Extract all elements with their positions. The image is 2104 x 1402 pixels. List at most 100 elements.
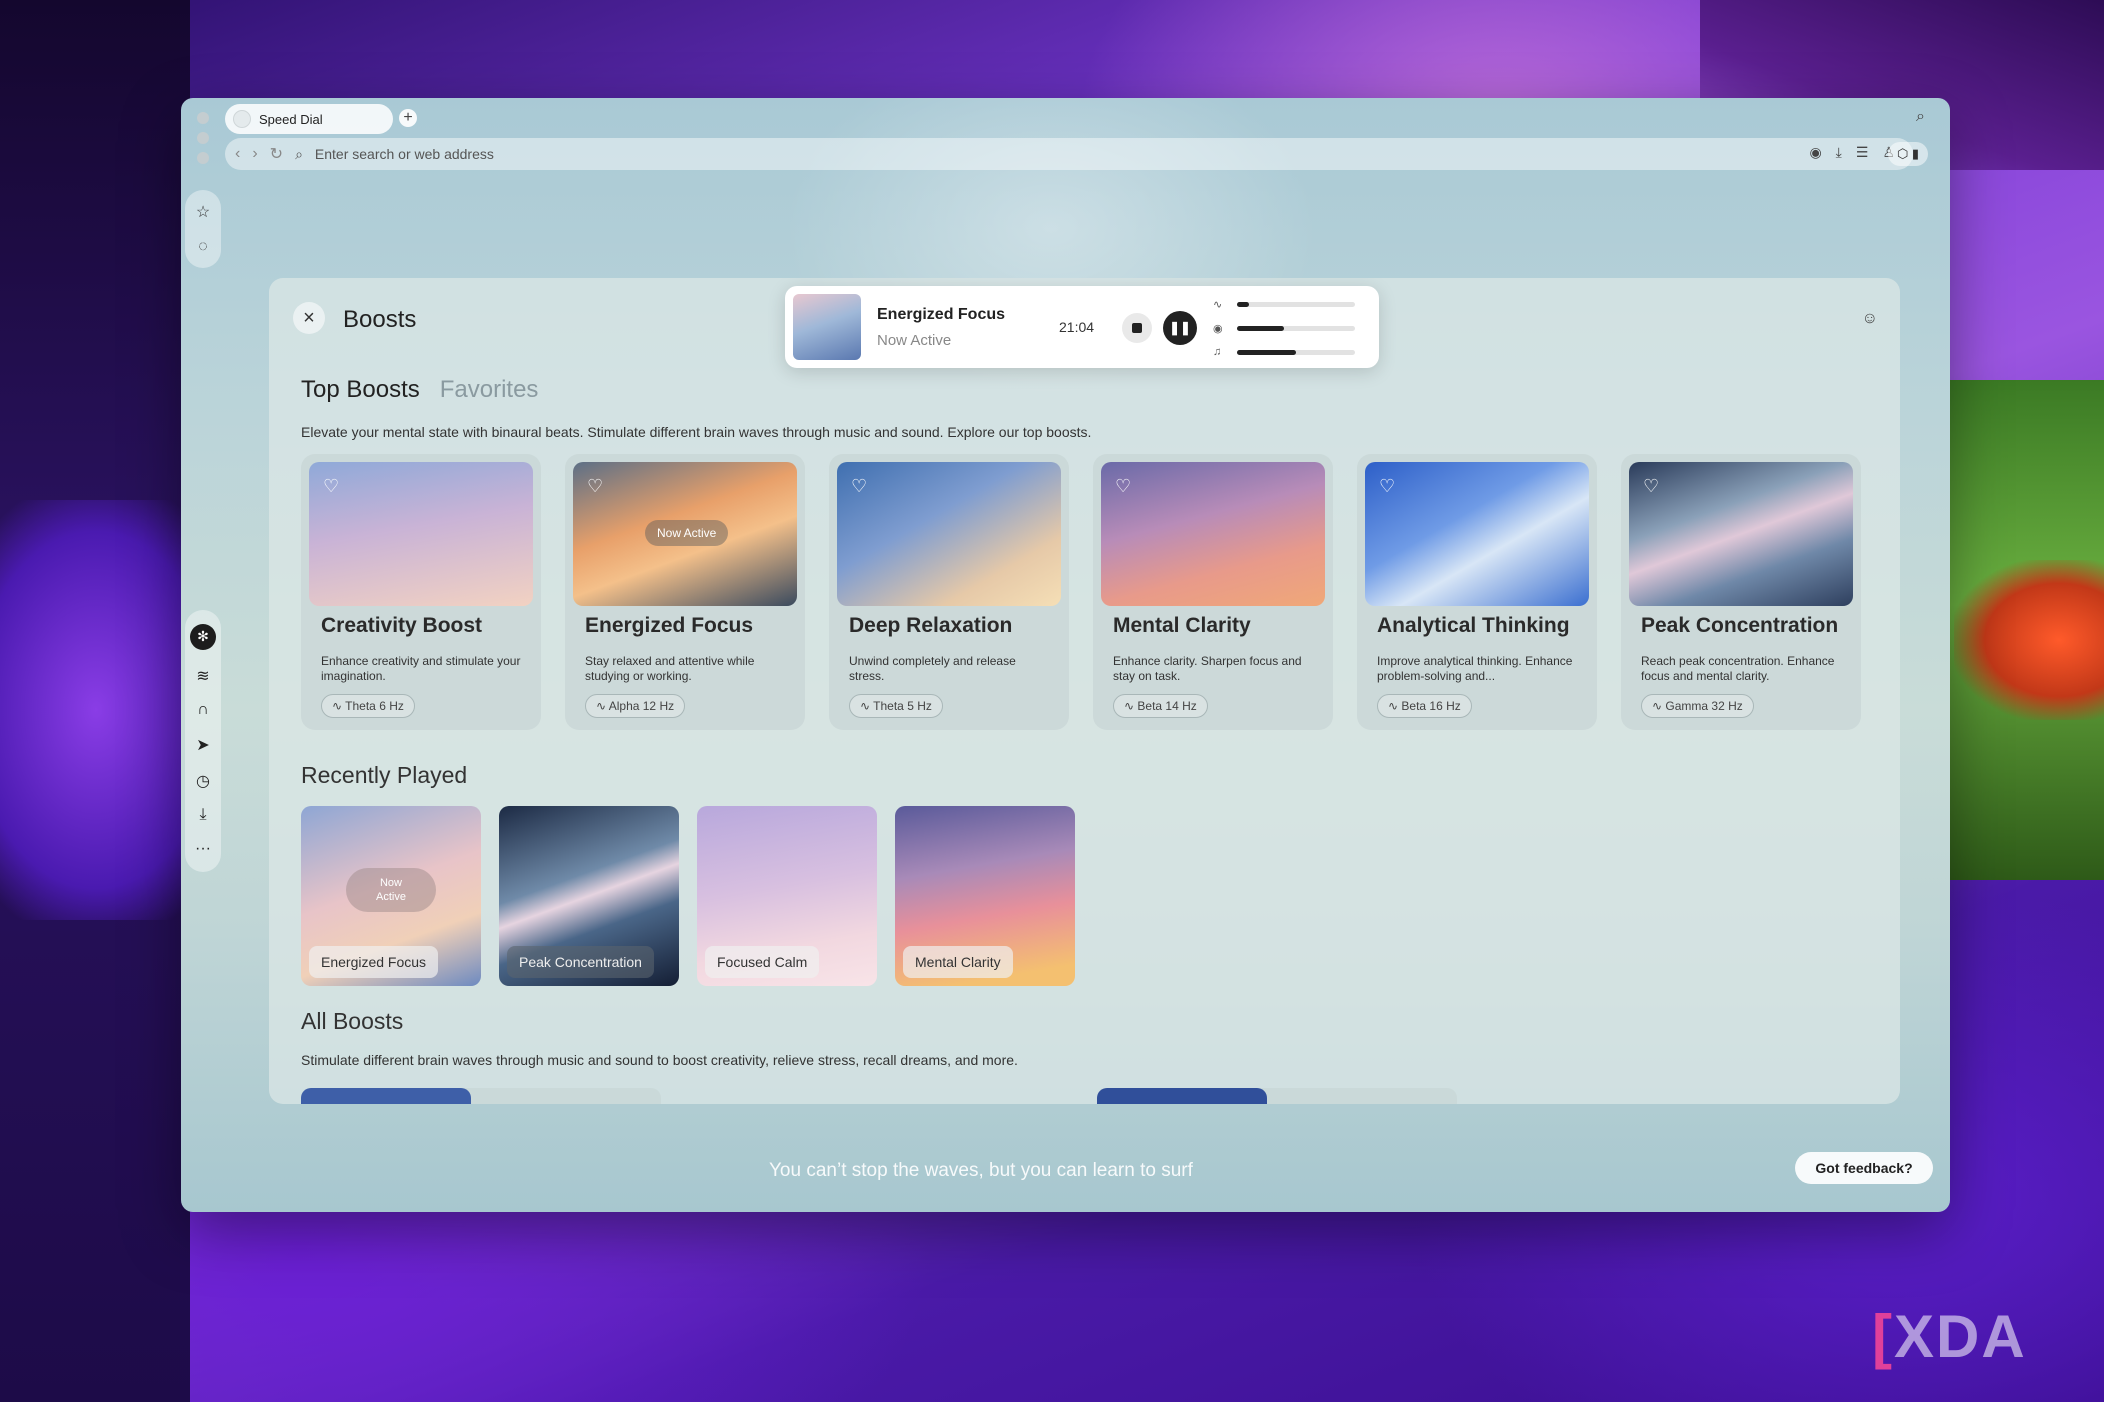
boost-card-peek[interactable]: [301, 1088, 661, 1104]
boost-description: Enhance creativity and stimulate your im…: [321, 654, 521, 683]
address-bar[interactable]: ‹ › ↻ ⌕ Enter search or web address ◉ ⤓ …: [225, 138, 1913, 170]
search-tabs-icon[interactable]: ⌕: [1916, 108, 1936, 128]
heart-icon[interactable]: ♡: [1379, 476, 1395, 497]
recent-card-label: Focused Calm: [705, 946, 820, 978]
forward-icon[interactable]: ›: [252, 145, 257, 163]
ambience-slider-fill: [1237, 326, 1285, 331]
music-note-icon: ♫: [1213, 346, 1222, 358]
search-icon: ⌕: [295, 145, 303, 162]
waves-slider-fill: [1237, 302, 1249, 307]
heart-icon[interactable]: ♡: [323, 476, 339, 497]
heart-icon[interactable]: ♡: [851, 476, 867, 497]
frequency-chip: ∿ Gamma 32 Hz: [1641, 694, 1754, 718]
extensions-button[interactable]: ⬡ ▮: [1888, 142, 1928, 166]
send-icon[interactable]: ➤: [196, 735, 209, 755]
recent-card[interactable]: Peak Concentration: [499, 806, 679, 986]
boost-title: Analytical Thinking: [1377, 614, 1570, 637]
all-boosts-heading: All Boosts: [301, 1008, 404, 1034]
recently-played-heading: Recently Played: [301, 762, 468, 788]
stop-button[interactable]: [1122, 313, 1152, 343]
heart-icon[interactable]: ♡: [587, 476, 603, 497]
panel-title: Boosts: [343, 306, 417, 333]
address-placeholder[interactable]: Enter search or web address: [315, 146, 494, 162]
tab-favorites[interactable]: Favorites: [440, 376, 539, 404]
boost-title: Energized Focus: [585, 614, 754, 637]
boost-description: Enhance clarity. Sharpen focus and stay …: [1113, 654, 1302, 683]
boosts-panel: × Boosts ☺ Energized Focus Now Active 21…: [269, 278, 1900, 1104]
recent-card[interactable]: Focused Calm: [697, 806, 877, 986]
recent-card[interactable]: Mental Clarity: [895, 806, 1075, 986]
aria-icon[interactable]: ◌: [198, 238, 208, 256]
all-boosts-description: Stimulate different brain waves through …: [301, 1052, 1018, 1068]
tab-speed-dial[interactable]: Speed Dial: [225, 104, 393, 134]
boost-card[interactable]: ♡ Deep Relaxation Unwind completely and …: [829, 454, 1069, 730]
recent-card-label: Energized Focus: [309, 946, 439, 978]
wallpaper-orange-shape: [1954, 560, 2104, 720]
player-title: Energized Focus: [877, 306, 1006, 323]
now-active-badge: Now Active: [346, 868, 436, 912]
frequency-chip: ∿ Theta 6 Hz: [321, 694, 415, 718]
close-button[interactable]: ×: [293, 302, 325, 334]
frequency-chip: ∿ Beta 16 Hz: [1377, 694, 1472, 718]
ambience-slider[interactable]: ◉: [1213, 322, 1355, 335]
heart-icon[interactable]: ♡: [1643, 476, 1659, 497]
xda-logo: [XDA: [1872, 1303, 2027, 1370]
boost-card-peek[interactable]: [1097, 1088, 1457, 1104]
top-boosts-description: Elevate your mental state with binaural …: [301, 424, 1092, 440]
frequency-chip: ∿ Theta 5 Hz: [849, 694, 943, 718]
history-icon[interactable]: ◷: [196, 771, 210, 791]
download-icon[interactable]: ⤓: [1836, 144, 1842, 161]
boost-card[interactable]: ♡ Now Active Energized Focus Stay relaxe…: [565, 454, 805, 730]
speed-dial-icon[interactable]: ☆: [196, 202, 210, 222]
heart-icon[interactable]: ♡: [1115, 476, 1131, 497]
more-icon[interactable]: ···: [195, 840, 211, 858]
boost-card[interactable]: ♡ Analytical Thinking Improve analytical…: [1357, 454, 1597, 730]
target-icon: ◉: [1213, 323, 1223, 335]
frequency-chip: ∿ Beta 14 Hz: [1113, 694, 1208, 718]
recent-card-label: Peak Concentration: [507, 946, 654, 978]
footer-quote: You can’t stop the waves, but you can le…: [769, 1160, 1193, 1181]
recent-card[interactable]: Now Active Energized Focus: [301, 806, 481, 986]
boost-description: Unwind completely and release stress.: [849, 654, 1016, 683]
new-tab-button[interactable]: +: [399, 109, 417, 127]
sidebar-bottom: ✻ ≋ ∩ ➤ ◷ ⤓ ···: [185, 610, 221, 872]
player-time: 21:04: [1059, 319, 1095, 335]
feedback-button[interactable]: Got feedback?: [1795, 1152, 1933, 1184]
player-status: Now Active: [877, 332, 952, 349]
back-icon[interactable]: ‹: [235, 145, 240, 163]
tab-top-boosts[interactable]: Top Boosts: [301, 376, 420, 404]
boost-title: Deep Relaxation: [849, 614, 1013, 637]
boosts-icon[interactable]: ✻: [190, 623, 216, 650]
boost-card[interactable]: ♡ Peak Concentration Reach peak concentr…: [1621, 454, 1861, 730]
waves-slider[interactable]: ∿: [1213, 298, 1355, 311]
pause-button[interactable]: ❚❚: [1163, 311, 1197, 345]
boost-tabs: Top Boosts Favorites: [301, 376, 538, 404]
player-thumbnail: [793, 294, 861, 360]
sidebar-top: ☆ ◌: [185, 190, 221, 268]
recently-played-list: Now Active Energized Focus Peak Concentra…: [301, 806, 1075, 986]
music-slider-fill: [1237, 349, 1296, 355]
now-active-badge: Now Active: [645, 520, 729, 546]
recent-card-label: Mental Clarity: [903, 946, 1013, 978]
boost-card[interactable]: ♡ Mental Clarity Enhance clarity. Sharpe…: [1093, 454, 1333, 730]
smile-icon[interactable]: ☺: [1862, 310, 1878, 328]
headphones-icon[interactable]: ∩: [197, 701, 209, 719]
boost-title: Mental Clarity: [1113, 614, 1251, 637]
now-playing-player: Energized Focus Now Active 21:04 ❚❚ ∿ ◉ …: [785, 286, 1379, 368]
waveform-icon: ∿: [1213, 299, 1223, 311]
menu-icon[interactable]: ☰: [1856, 144, 1869, 161]
boost-title: Creativity Boost: [321, 614, 483, 637]
tab-favicon: [233, 110, 251, 128]
camera-icon[interactable]: ◉: [1809, 144, 1821, 161]
boost-title: Peak Concentration: [1641, 614, 1839, 637]
boost-description: Improve analytical thinking. Enhance pro…: [1377, 654, 1573, 683]
music-slider[interactable]: ♫: [1213, 346, 1355, 358]
reload-icon[interactable]: ↻: [270, 144, 283, 164]
layers-icon[interactable]: ≋: [196, 666, 209, 686]
browser-window: Speed Dial + ⌕ ‹ › ↻ ⌕ Enter search or w…: [181, 98, 1950, 1212]
tab-label: Speed Dial: [259, 111, 323, 127]
frequency-chip: ∿ Alpha 12 Hz: [585, 694, 686, 718]
boost-card[interactable]: ♡ Creativity Boost Enhance creativity an…: [301, 454, 541, 730]
download-icon[interactable]: ⤓: [199, 806, 206, 824]
window-controls[interactable]: [197, 112, 209, 164]
